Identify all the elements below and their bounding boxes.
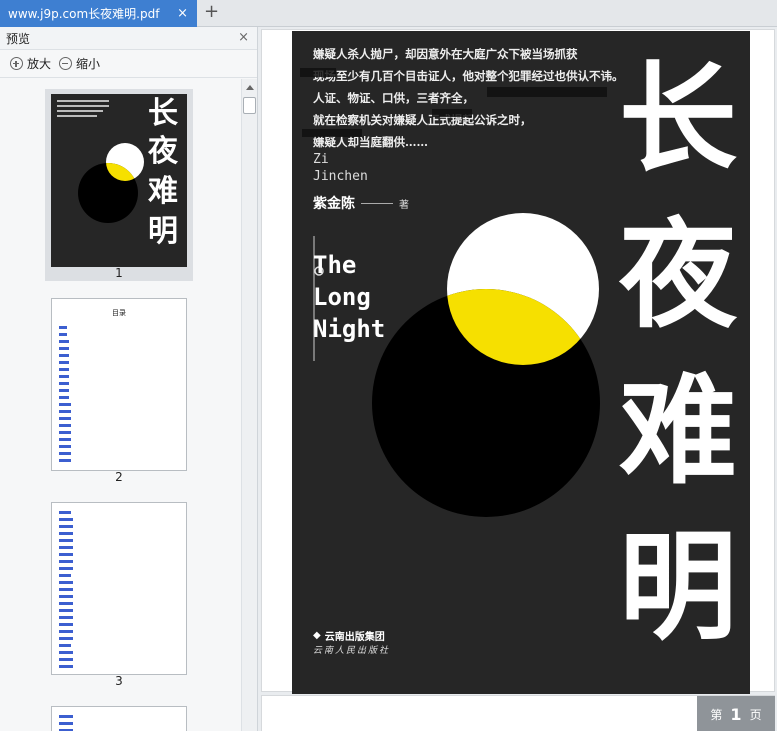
thumbnail-toc-page bbox=[51, 502, 187, 675]
document-tab[interactable]: www.j9p.com长夜难明.pdf × bbox=[0, 0, 197, 27]
thumbnail-page-2[interactable]: 目录 2 bbox=[45, 293, 193, 485]
document-tab-title: www.j9p.com长夜难明.pdf bbox=[8, 7, 160, 21]
thumbnail-page-number: 1 bbox=[115, 266, 123, 280]
document-viewer[interactable]: 嫌疑人杀人抛尸，却因意外在大庭广众下被当场抓获 现场至少有几百个目击证人，他对整… bbox=[259, 27, 777, 731]
book-cover: 嫌疑人杀人抛尸，却因意外在大庭广众下被当场抓获 现场至少有几百个目击证人，他对整… bbox=[292, 31, 750, 694]
author-name-english: Zi Jinchen bbox=[313, 152, 368, 184]
thumbnail-toc-page bbox=[51, 706, 187, 731]
new-tab-button[interactable]: + bbox=[204, 3, 219, 21]
thumbnail-page-number: 2 bbox=[115, 470, 123, 484]
current-page-number: 1 bbox=[730, 704, 742, 724]
close-sidebar-icon[interactable]: × bbox=[238, 30, 249, 45]
zoom-out-label: 缩小 bbox=[76, 57, 101, 71]
publisher-group: ◆ 云南出版集团 bbox=[313, 630, 385, 643]
thumbnail-page-3[interactable]: 3 bbox=[45, 497, 193, 689]
preview-sidebar: 预览 × 放大 缩小 长 夜 难 明 1 目录 2 3 bbox=[0, 27, 258, 731]
thumbnail-toc-page: 目录 bbox=[51, 298, 187, 471]
title-chinese: 长 夜 难 明 bbox=[618, 50, 737, 656]
thumbnail-toc-heading: 目录 bbox=[112, 309, 126, 317]
publisher-logo-icon: ◆ bbox=[313, 630, 321, 641]
sidebar-toolbar: 放大 缩小 bbox=[0, 50, 257, 78]
blurb-line: 现场至少有几百个目击证人，他对整个犯罪经过也供认不讳。 bbox=[313, 69, 624, 83]
tab-bar: www.j9p.com长夜难明.pdf × + bbox=[0, 0, 777, 27]
blurb-line: 嫌疑人杀人抛尸，却因意外在大庭广众下被当场抓获 bbox=[313, 47, 578, 61]
thumbnail-page-1[interactable]: 长 夜 难 明 1 bbox=[45, 89, 193, 281]
thumbnail-page-number: 3 bbox=[115, 674, 123, 688]
zoom-in-button[interactable]: 放大 bbox=[10, 55, 51, 72]
zoom-in-icon bbox=[10, 57, 23, 70]
sidebar-title: 预览 bbox=[6, 31, 31, 46]
thumbnail-cover-image: 长 夜 难 明 bbox=[51, 94, 187, 267]
thumbnail-page-4[interactable] bbox=[45, 701, 193, 731]
page-1: 嫌疑人杀人抛尸，却因意外在大庭广众下被当场抓获 现场至少有几百个目击证人，他对整… bbox=[261, 29, 775, 694]
thumbnail-list: 长 夜 难 明 1 目录 2 3 bbox=[0, 79, 240, 731]
sidebar-header: 预览 × bbox=[0, 27, 257, 50]
thumbnail-scrollbar[interactable] bbox=[241, 79, 257, 731]
page-indicator[interactable]: 第 1 页 bbox=[697, 696, 775, 731]
zoom-out-icon bbox=[59, 57, 73, 70]
page-indicator-suffix: 页 bbox=[749, 707, 762, 722]
close-tab-icon[interactable]: × bbox=[177, 6, 188, 21]
scroll-up-icon[interactable] bbox=[246, 85, 254, 90]
zoom-out-button[interactable]: 缩小 bbox=[59, 55, 100, 72]
author-name-chinese: 紫金陈 著 bbox=[313, 196, 409, 212]
page-indicator-prefix: 第 bbox=[710, 707, 723, 722]
publisher-name: 云南人民出版社 bbox=[313, 646, 391, 656]
scrollbar-thumb[interactable] bbox=[243, 97, 256, 114]
zoom-in-label: 放大 bbox=[27, 57, 52, 71]
title-english: The Long Night bbox=[313, 251, 386, 343]
